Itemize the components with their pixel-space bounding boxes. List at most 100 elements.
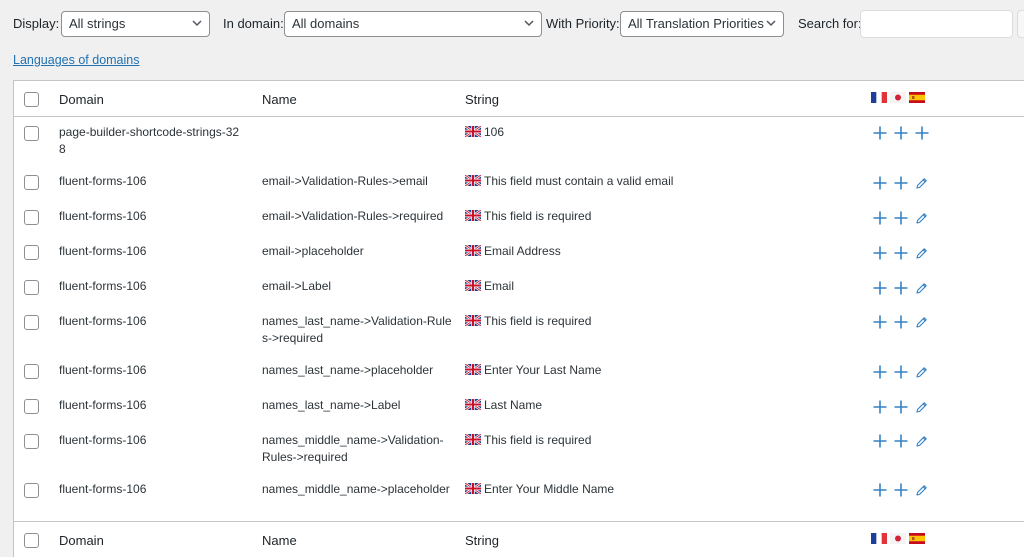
add-translation-fr-icon[interactable] (872, 433, 888, 449)
flag-ja-icon (890, 92, 906, 104)
column-header-domain[interactable]: Domain (59, 92, 104, 107)
row-translation-actions (872, 433, 928, 449)
row-translation-actions (872, 210, 928, 226)
row-checkbox[interactable] (24, 434, 39, 449)
row-name: names_last_name->placeholder (262, 363, 434, 377)
row-string-text: This field is required (484, 314, 592, 328)
display-select[interactable]: All strings (61, 11, 210, 37)
add-translation-fr-icon[interactable] (872, 175, 888, 191)
row-translation-actions (872, 399, 928, 415)
add-translation-ja-icon[interactable] (893, 314, 909, 330)
add-translation-fr-icon[interactable] (872, 482, 888, 498)
row-string: Email Address (465, 243, 845, 260)
add-translation-ja-icon[interactable] (893, 210, 909, 226)
add-translation-fr-icon[interactable] (872, 280, 888, 296)
search-input[interactable] (860, 10, 1013, 38)
row-string-text: This field is required (484, 209, 592, 223)
row-domain: fluent-forms-106 (59, 398, 147, 412)
column-footer-domain[interactable]: Domain (59, 533, 104, 548)
row-string: 106 (465, 124, 845, 141)
column-footer-string[interactable]: String (465, 533, 499, 548)
languages-of-domains-link[interactable]: Languages of domains (13, 53, 139, 67)
flag-es-icon (909, 92, 925, 104)
row-checkbox[interactable] (24, 175, 39, 190)
row-string-text: Enter Your Last Name (484, 363, 602, 377)
uk-flag-icon (465, 315, 481, 326)
domain-label: In domain: (223, 16, 284, 31)
edit-translation-es-icon[interactable] (914, 177, 928, 190)
select-all-checkbox[interactable] (24, 92, 39, 107)
edit-translation-es-icon[interactable] (914, 366, 928, 379)
add-translation-fr-icon[interactable] (872, 125, 888, 141)
row-string-text: 106 (484, 125, 505, 139)
add-translation-es-icon[interactable] (914, 125, 930, 141)
edit-translation-es-icon[interactable] (914, 435, 928, 448)
column-footer-name[interactable]: Name (262, 533, 297, 548)
language-flags-footer (871, 533, 925, 545)
column-header-name[interactable]: Name (262, 92, 297, 107)
row-domain: page-builder-shortcode-strings-328 (59, 125, 240, 156)
row-string: This field is required (465, 313, 845, 330)
row-translation-actions (872, 245, 928, 261)
row-string-text: Email (484, 279, 515, 293)
row-checkbox[interactable] (24, 210, 39, 225)
add-translation-fr-icon[interactable] (872, 314, 888, 330)
row-domain: fluent-forms-106 (59, 433, 147, 447)
search-button[interactable] (1017, 10, 1024, 38)
uk-flag-icon (465, 280, 481, 291)
row-string-text: Email Address (484, 244, 561, 258)
row-domain: fluent-forms-106 (59, 363, 147, 377)
add-translation-ja-icon[interactable] (893, 245, 909, 261)
edit-translation-es-icon[interactable] (914, 401, 928, 414)
row-name: email->placeholder (262, 244, 364, 258)
uk-flag-icon (465, 399, 481, 410)
row-checkbox[interactable] (24, 126, 39, 141)
row-checkbox[interactable] (24, 483, 39, 498)
uk-flag-icon (465, 364, 481, 375)
row-name: names_last_name->Label (262, 398, 401, 412)
edit-translation-es-icon[interactable] (914, 282, 928, 295)
edit-translation-es-icon[interactable] (914, 316, 928, 329)
row-string: Last Name (465, 397, 845, 414)
table-header: Domain Name String (14, 81, 1024, 117)
add-translation-fr-icon[interactable] (872, 245, 888, 261)
priority-label: With Priority: (546, 16, 620, 31)
row-translation-actions (872, 280, 928, 296)
add-translation-ja-icon[interactable] (893, 482, 909, 498)
row-checkbox[interactable] (24, 364, 39, 379)
row-checkbox[interactable] (24, 315, 39, 330)
row-translation-actions (872, 314, 928, 330)
row-name: names_middle_name->placeholder (262, 482, 450, 496)
add-translation-ja-icon[interactable] (893, 175, 909, 191)
priority-select[interactable]: All Translation Priorities (620, 11, 784, 37)
row-domain: fluent-forms-106 (59, 482, 147, 496)
row-string: Enter Your Middle Name (465, 481, 845, 498)
edit-translation-es-icon[interactable] (914, 247, 928, 260)
add-translation-ja-icon[interactable] (893, 280, 909, 296)
add-translation-ja-icon[interactable] (893, 433, 909, 449)
add-translation-fr-icon[interactable] (872, 364, 888, 380)
row-name: email->Validation-Rules->required (262, 209, 444, 223)
domain-select[interactable]: All domains (284, 11, 542, 37)
row-string-text: This field must contain a valid email (484, 174, 674, 188)
row-translation-actions (872, 364, 928, 380)
chevron-down-icon (766, 20, 776, 27)
add-translation-ja-icon[interactable] (893, 125, 909, 141)
row-checkbox[interactable] (24, 280, 39, 295)
add-translation-fr-icon[interactable] (872, 210, 888, 226)
row-checkbox[interactable] (24, 245, 39, 260)
add-translation-ja-icon[interactable] (893, 399, 909, 415)
edit-translation-es-icon[interactable] (914, 212, 928, 225)
select-all-checkbox-footer[interactable] (24, 533, 39, 548)
row-translation-actions (872, 125, 930, 141)
column-header-string[interactable]: String (465, 92, 499, 107)
row-translation-actions (872, 482, 928, 498)
add-translation-ja-icon[interactable] (893, 364, 909, 380)
flag-es-icon (909, 533, 925, 545)
edit-translation-es-icon[interactable] (914, 484, 928, 497)
row-domain: fluent-forms-106 (59, 174, 147, 188)
add-translation-fr-icon[interactable] (872, 399, 888, 415)
row-checkbox[interactable] (24, 399, 39, 414)
flag-ja-icon (890, 533, 906, 545)
row-name: email->Validation-Rules->email (262, 174, 428, 188)
